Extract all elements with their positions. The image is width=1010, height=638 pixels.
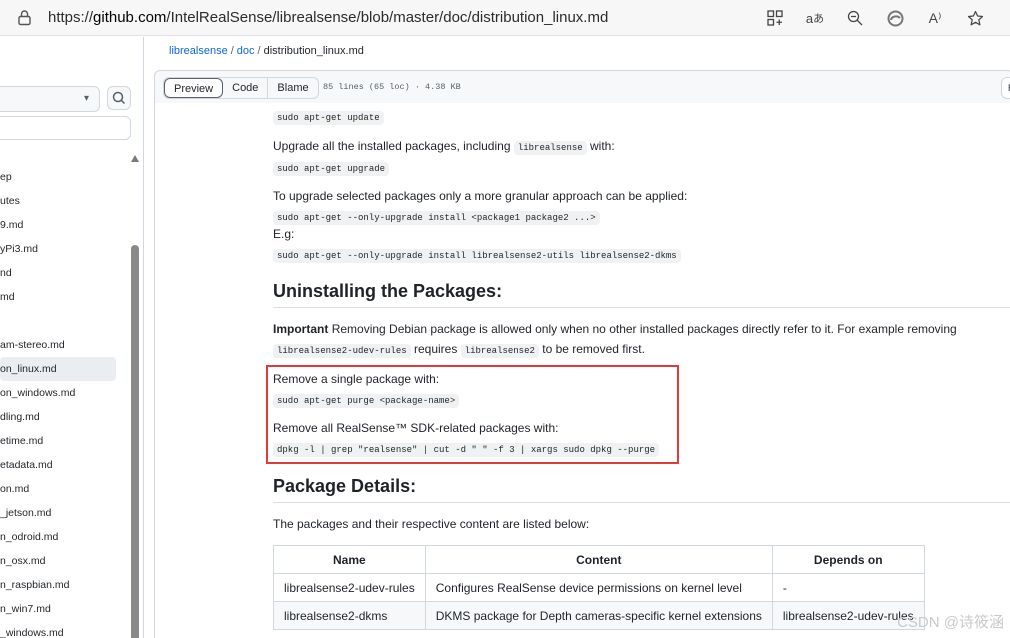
breadcrumb-separator: /: [257, 45, 261, 57]
table-cell: Configures RealSense device permissions …: [424, 573, 773, 602]
sidebar-file-item[interactable]: etime.md: [0, 429, 128, 453]
eg-label: E.g:: [273, 227, 295, 241]
sidebar-file-item[interactable]: _windows.md: [0, 621, 128, 638]
table-header-row: Name Content Depends on: [273, 545, 925, 574]
heading-rule: [273, 307, 1010, 308]
important-text: Removing Debian package is allowed only …: [331, 322, 957, 336]
file-info: 85 lines (65 loc) · 4.38 KB: [323, 82, 461, 92]
search-icon: [112, 91, 126, 105]
breadcrumb-separator: /: [230, 45, 234, 57]
tab-code[interactable]: Code: [223, 78, 269, 98]
sidebar-file-item[interactable]: on_linux.md: [0, 357, 116, 381]
table-cell: DKMS package for Depth cameras-specific …: [424, 601, 773, 630]
inline-code-librealsense: librealsense: [513, 141, 587, 155]
sidebar-file-item[interactable]: am-stereo.md: [0, 333, 128, 357]
url-field[interactable]: https://github.com/IntelRealSense/librea…: [48, 9, 608, 26]
url-host: github.com: [93, 9, 167, 26]
watermark: CSDN @诗筱涵: [897, 614, 1004, 631]
sidebar-file-item[interactable]: utes: [0, 189, 128, 213]
favorite-star-icon[interactable]: [964, 7, 986, 29]
important-paragraph: Important Removing Debian package is all…: [273, 322, 957, 336]
table-row: librealsense2-dkms DKMS package for Dept…: [273, 601, 925, 630]
code-granular: sudo apt-get --only-upgrade install <pac…: [273, 211, 600, 225]
content-border: [154, 103, 156, 638]
site-info-icon[interactable]: [16, 9, 33, 26]
sidebar-file-item[interactable]: n_osx.md: [0, 549, 128, 573]
remove-single-paragraph: Remove a single package with:: [273, 372, 440, 386]
file-tree: ep utes 9.md yPi3.md nd md am-stereo.md on_linu…: [0, 165, 128, 638]
url-path: /IntelRealSense/librealsense/blob/master…: [166, 9, 609, 26]
url-scheme: https://: [48, 9, 94, 26]
file-header-bar: Preview Code Blame 85 lines (65 loc) · 4…: [154, 70, 1010, 103]
sidebar-file-item[interactable]: md: [0, 285, 128, 309]
upgrade-all-paragraph: Upgrade all the installed packages, incl…: [273, 139, 615, 155]
table-cell: librealsense2-dkms: [273, 601, 426, 630]
sidebar-file-item[interactable]: _jetson.md: [0, 501, 128, 525]
important-bold: Important: [273, 322, 329, 336]
table-header-content: Content: [424, 545, 773, 574]
table-row: librealsense2-udev-rules Configures Real…: [273, 573, 925, 602]
raw-button[interactable]: Raw: [1001, 77, 1010, 99]
upgrade-all-text: Upgrade all the installed packages, incl…: [273, 139, 511, 153]
file-tree-sidebar: ▾ ep utes 9.md yPi3.md nd md am-stereo.md on_li…: [0, 37, 144, 638]
sidebar-file-item[interactable]: nd: [0, 261, 128, 285]
table-header-depends: Depends on: [771, 545, 925, 574]
sidebar-file-item[interactable]: n_raspbian.md: [0, 573, 128, 597]
code-remove-all: dpkg -l | grep "realsense" | cut -d " " …: [273, 443, 660, 457]
sidebar-file-item[interactable]: dling.md: [0, 405, 128, 429]
sidebar-file-item[interactable]: on_windows.md: [0, 381, 128, 405]
search-button[interactable]: [107, 86, 131, 110]
code-eg: sudo apt-get --only-upgrade install libr…: [273, 249, 681, 263]
breadcrumb-repo-link[interactable]: librealsense: [169, 45, 228, 57]
inline-code-librealsense2: librealsense2: [460, 344, 539, 358]
sidebar-file-item[interactable]: [0, 309, 128, 333]
heading-package-details: Package Details:: [273, 476, 417, 496]
edge-copilot-icon[interactable]: [884, 7, 906, 29]
sidebar-file-item[interactable]: on.md: [0, 477, 128, 501]
breadcrumb: librealsense / doc / distribution_linux.md: [169, 45, 364, 57]
read-aloud-icon[interactable]: A⁾: [924, 7, 946, 29]
scroll-thumb[interactable]: [131, 245, 139, 638]
table-cell: -: [771, 573, 925, 602]
sidebar-file-item[interactable]: n_odroid.md: [0, 525, 128, 549]
sidebar-scrollbar[interactable]: [131, 155, 140, 638]
main-content: librealsense / doc / distribution_linux.md P…: [145, 37, 1010, 638]
table-header-name: Name: [273, 545, 426, 574]
scroll-up-arrow-icon[interactable]: [131, 155, 139, 162]
heading-uninstalling: Uninstalling the Packages:: [273, 281, 503, 301]
breadcrumb-folder-link[interactable]: doc: [237, 45, 255, 57]
inline-code-udev-rules: librealsense2-udev-rules: [273, 344, 411, 358]
package-table: Name Content Depends on librealsense2-ud…: [273, 545, 925, 630]
upgrade-all-with: with:: [590, 139, 615, 153]
tab-blame[interactable]: Blame: [268, 78, 317, 98]
granular-paragraph: To upgrade selected packages only a more…: [273, 189, 688, 203]
table-cell: librealsense2-udev-rules: [273, 573, 426, 602]
sidebar-file-item[interactable]: n_win7.md: [0, 597, 128, 621]
sidebar-file-item[interactable]: 9.md: [0, 213, 128, 237]
browser-address-bar: https://github.com/IntelRealSense/librea…: [0, 0, 1010, 36]
zoom-out-icon[interactable]: [844, 7, 866, 29]
sidebar-file-item[interactable]: etadata.md: [0, 453, 128, 477]
breadcrumb-file: distribution_linux.md: [263, 45, 364, 57]
branch-selector[interactable]: ▾: [0, 86, 100, 112]
important-end: to be removed first.: [542, 342, 645, 356]
details-paragraph: The packages and their respective conten…: [273, 517, 590, 531]
code-upgrade: sudo apt-get upgrade: [273, 162, 390, 176]
sidebar-file-item[interactable]: ep: [0, 165, 128, 189]
tab-preview[interactable]: Preview: [164, 78, 224, 98]
apps-grid-icon[interactable]: [764, 7, 786, 29]
important-paragraph-line2: librealsense2-udev-rules requires librea…: [273, 342, 645, 358]
code-update: sudo apt-get update: [273, 111, 384, 125]
sidebar-file-item[interactable]: yPi3.md: [0, 237, 128, 261]
caret-down-icon: ▾: [83, 93, 89, 104]
view-mode-toggle: Preview Code Blame: [163, 77, 319, 99]
go-to-file-input[interactable]: [0, 116, 131, 140]
translate-icon[interactable]: aあ: [804, 7, 826, 29]
code-purge: sudo apt-get purge <package-name>: [273, 394, 460, 408]
remove-all-paragraph: Remove all RealSense™ SDK-related packag…: [273, 421, 559, 435]
important-requires: requires: [413, 342, 458, 356]
heading-rule: [273, 502, 1010, 503]
